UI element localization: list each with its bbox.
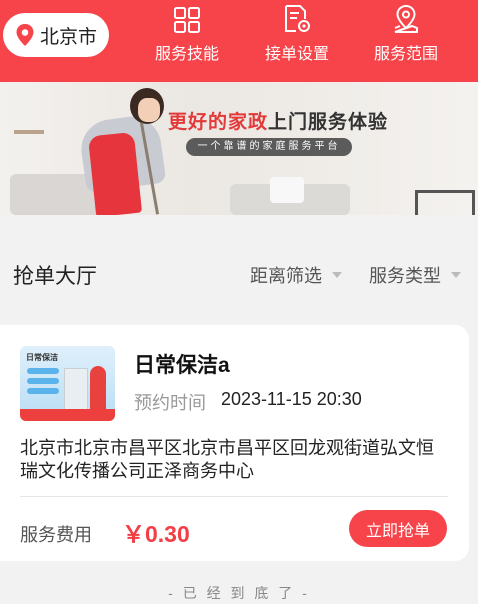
fee-label: 服务费用 (20, 525, 92, 545)
divider (20, 496, 448, 497)
appointment-time: 2023-11-15 20:30 (221, 389, 362, 409)
banner-title: 更好的家政上门服务体验 (168, 112, 389, 133)
end-of-list-text: - 已 经 到 底 了 - (168, 585, 310, 601)
nav-service-skills[interactable]: 服务技能 (142, 0, 232, 64)
order-card[interactable]: 日常保洁 日常保洁a 预约时间 2023-11-15 20:30 北京市北京市昌… (0, 325, 469, 561)
distance-filter[interactable]: 距离筛选 (250, 262, 342, 288)
service-type-filter[interactable]: 服务类型 (369, 262, 461, 288)
promo-banner[interactable]: 更好的家政上门服务体验 一个靠谱的家庭服务平台 (0, 82, 478, 215)
grid-icon (174, 7, 200, 33)
top-header: 北京市 服务技能 接单设置 服务范围 (0, 0, 478, 82)
nav-label: 服务技能 (154, 46, 219, 63)
banner-subtitle: 一个靠谱的家庭服务平台 (186, 138, 352, 156)
dropdown-arrow-icon (332, 272, 342, 278)
map-pin-icon (394, 4, 418, 33)
city-name: 北京市 (40, 26, 98, 48)
order-thumbnail: 日常保洁 (20, 346, 115, 421)
grab-order-button[interactable]: 立即抢单 (349, 510, 447, 547)
nav-order-settings[interactable]: 接单设置 (252, 0, 342, 64)
fee-value: ￥0.30 (122, 521, 190, 547)
document-gear-icon (285, 5, 310, 32)
nav-label: 服务范围 (373, 46, 438, 63)
nav-service-area[interactable]: 服务范围 (361, 0, 451, 64)
city-selector[interactable]: 北京市 (3, 13, 109, 57)
hall-title: 抢单大厅 (13, 265, 97, 288)
hall-header: 抢单大厅 距离筛选 服务类型 (0, 236, 478, 306)
order-address: 北京市北京市昌平区北京市昌平区回龙观街道弘文恒瑞文化传播公司正泽商务中心 (20, 438, 434, 481)
dropdown-arrow-icon (451, 272, 461, 278)
appointment-label: 预约时间 (134, 393, 206, 413)
nav-label: 接单设置 (264, 46, 329, 63)
location-pin-icon (16, 24, 34, 46)
order-title: 日常保洁a (134, 354, 230, 377)
